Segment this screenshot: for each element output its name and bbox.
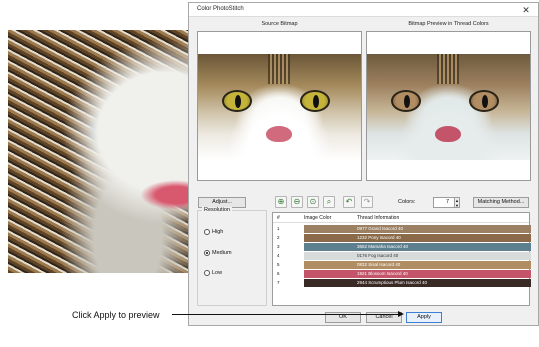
right-eye [469,90,499,112]
row-number: 4 [277,253,280,258]
zoom-out-icon[interactable]: ⊙ [307,196,319,208]
zoom-fit-icon[interactable]: ⊕ [275,196,287,208]
thread-preview-frame [366,31,531,181]
zoom-area-glyph: ⌕ [326,197,332,206]
radio-high[interactable]: High [204,229,223,235]
apply-button[interactable]: Apply [406,312,442,323]
zoom-fit-glyph: ⊕ [277,197,285,206]
thread-info: 1921 Blossom Isacord 40 [357,271,408,276]
color-photostitch-dialog: Color PhotoStitch ✕ Source Bitmap Bitmap… [188,2,539,326]
colors-label: Colors: [398,199,416,205]
undo-icon[interactable]: ↶ [343,196,355,208]
embroidery-image [8,30,208,273]
zoom-out-glyph: ⊙ [309,197,317,206]
thread-info: 0832 Sisal Isacord 40 [357,262,401,267]
callout-arrow-head [398,311,404,317]
preview-label: Bitmap Preview in Thread Colors [408,21,489,27]
forehead-stripes [268,54,290,84]
radio-medium-dot[interactable] [204,250,210,256]
radio-low-dot[interactable] [204,270,210,276]
row-number: 5 [277,262,280,267]
matching-method-button[interactable]: Matching Method... [473,197,529,208]
resolution-group: Resolution High Medium Low [197,207,267,306]
left-eye [222,90,252,112]
thread-table: # Image Color Thread Information 1 0977 G… [272,212,531,306]
row-number: 1 [277,226,280,231]
redo-glyph: ↷ [363,197,371,206]
undo-glyph: ↶ [345,197,353,206]
radio-medium[interactable]: Medium [204,250,232,256]
thread-info: 2944 Scrumptious Plum Isacord 40 [357,280,428,285]
row-number: 2 [277,235,280,240]
cat-nose [435,126,461,142]
radio-high-dot[interactable] [204,229,210,235]
radio-medium-label: Medium [212,250,232,256]
color-swatch [304,243,531,251]
thread-info: 0176 Fog Isacord 40 [357,253,399,258]
table-row[interactable]: 4 0176 Fog Isacord 40 [273,252,531,260]
radio-low-label: Low [212,270,223,276]
right-eye [300,90,330,112]
source-cat-image [198,54,361,160]
thread-info: 0977 Grand Isacord 40 [357,226,404,231]
header-num: # [277,215,280,221]
radio-high-label: High [212,229,224,235]
color-swatch [304,270,531,278]
forehead-stripes [437,54,459,84]
color-swatch [304,234,531,242]
close-icon[interactable]: ✕ [520,4,532,16]
table-row[interactable]: 7 2944 Scrumptious Plum Isacord 40 [273,279,531,287]
zoom-area-icon[interactable]: ⌕ [323,196,335,208]
zoom-in-glyph: ⊖ [293,197,301,206]
left-eye [391,90,421,112]
pupil [313,95,319,108]
zoom-in-icon[interactable]: ⊖ [291,196,303,208]
pupil [404,95,410,108]
table-row[interactable]: 6 1921 Blossom Isacord 40 [273,270,531,278]
title-bar: Color PhotoStitch ✕ [189,3,538,17]
table-row[interactable]: 1 0977 Grand Isacord 40 [273,225,531,233]
table-header: # Image Color Thread Information [273,213,529,223]
source-bitmap-label: Source Bitmap [261,21,298,27]
row-number: 3 [277,244,280,249]
color-swatch [304,225,531,233]
thread-cat-image [367,54,530,160]
row-number: 6 [277,271,280,276]
redo-icon[interactable]: ↷ [361,196,373,208]
source-bitmap-frame [197,31,362,181]
colors-spinner[interactable]: ▲ ▼ [454,197,460,208]
thread-info: 1232 Pony Isacord 40 [357,235,401,240]
header-thread-info: Thread Information [357,215,400,221]
table-row[interactable]: 2 1232 Pony Isacord 40 [273,234,531,242]
radio-low[interactable]: Low [204,270,222,276]
thread-info: 3652 Marsaha Isacord 40 [357,244,409,249]
pupil [235,95,241,108]
table-row[interactable]: 3 3652 Marsaha Isacord 40 [273,243,531,251]
table-row[interactable]: 5 0832 Sisal Isacord 40 [273,261,531,269]
callout-arrow-line [172,314,400,315]
colors-input[interactable]: 7 [433,197,455,208]
color-swatch [304,261,531,269]
resolution-title: Resolution [202,207,232,213]
header-image-color: Image Color [304,215,332,221]
dialog-title: Color PhotoStitch [197,6,244,12]
color-swatch [304,252,531,260]
row-number: 7 [277,280,280,285]
callout-text: Click Apply to preview [72,310,160,320]
pupil [482,95,488,108]
cat-nose [266,126,292,142]
